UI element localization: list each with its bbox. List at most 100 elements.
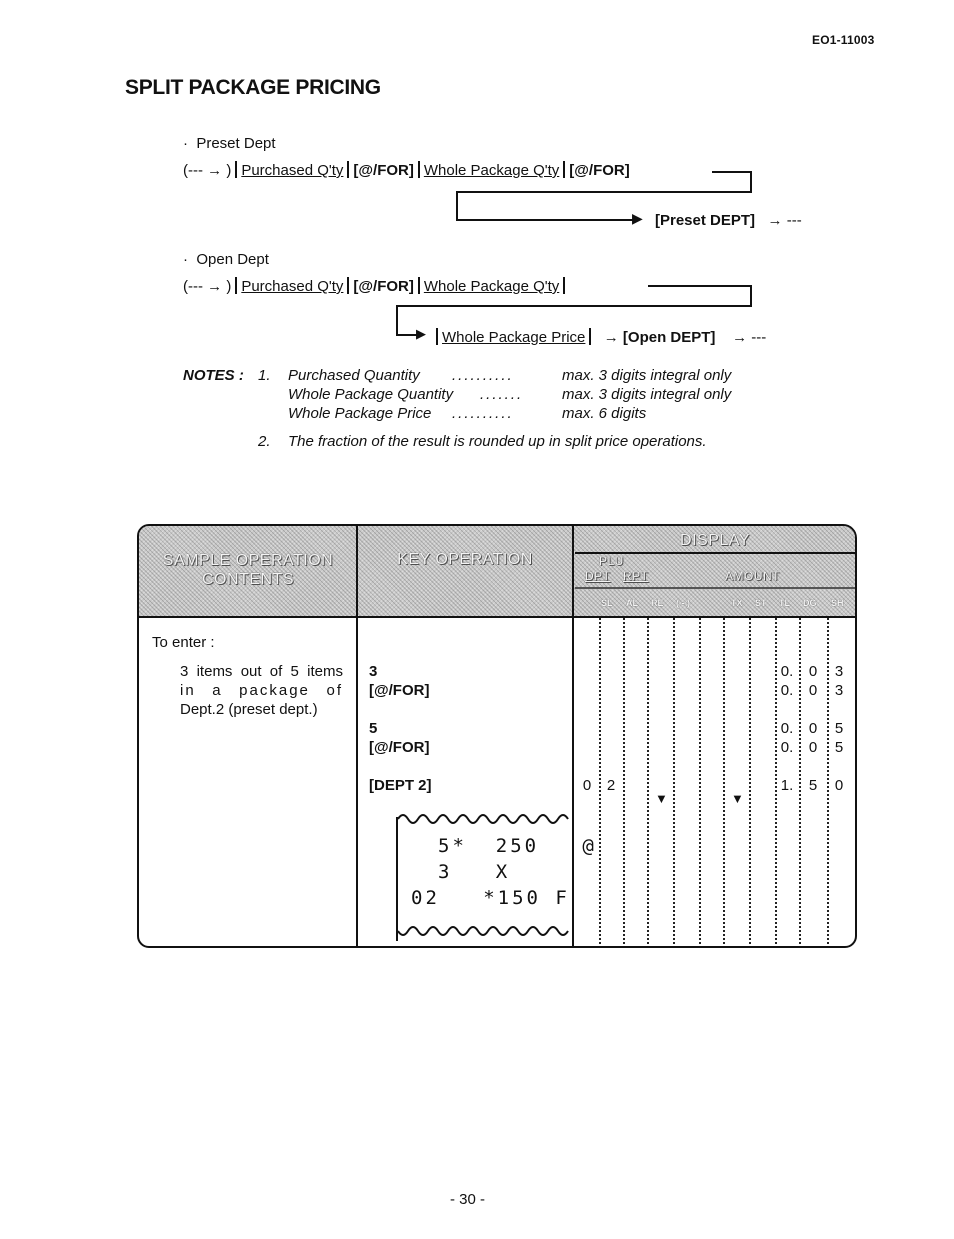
connector-line [396, 305, 398, 336]
key-op: [@/FOR] [369, 682, 430, 699]
open-dept-heading: · Open Dept [183, 251, 269, 268]
preset-dept-heading: · Preset Dept [183, 135, 276, 152]
note-leader: .......... [452, 405, 514, 422]
step-at-for-key: [@/FOR] [353, 162, 414, 179]
receipt-tear-top [398, 814, 569, 824]
connector-line [456, 219, 636, 221]
note-limit: max. 6 digits [562, 405, 647, 422]
indicator-label: SH [831, 598, 844, 608]
indicator-label: TL [779, 598, 790, 608]
display-amount-digit: 1. [780, 777, 794, 794]
indicator-label: ST [755, 598, 767, 608]
display-column-separator [749, 618, 751, 944]
preset-dept-key: [Preset DEPT] [655, 212, 756, 229]
sample-intro: To enter : [152, 634, 215, 651]
connector-line [456, 191, 458, 221]
sample-line: Dept.2 (preset dept.) [180, 701, 318, 718]
note-name: Whole Package Price [288, 405, 432, 422]
receipt-tear-bottom [398, 926, 569, 936]
header-display: DISPLAY [680, 532, 750, 549]
separator [563, 161, 566, 178]
header-divider [575, 587, 855, 589]
step-whole-package-price: Whole Package Price [442, 329, 586, 346]
column-divider [356, 526, 358, 946]
indicator-label: RE [651, 598, 664, 608]
header-rpt: RPT [623, 569, 649, 583]
step-at-for-key: [@/FOR] [569, 162, 630, 179]
header-amount: AMOUNT [725, 569, 780, 583]
document-id: EO1-11003 [812, 33, 875, 47]
indicator-label: ( - ) [676, 598, 690, 608]
note-number: 2. [258, 433, 271, 450]
display-amount-digit: 0. [780, 739, 794, 756]
display-amount-digit: 0. [780, 663, 794, 680]
arrow-right-icon: → [207, 278, 223, 295]
display-dept-digit: 2 [606, 777, 616, 794]
separator [417, 161, 420, 178]
step-whole-package-qty: Whole Package Q'ty [423, 162, 560, 179]
step-purchased-qty: Purchased Q'ty [241, 162, 344, 179]
header-key-operation: KEY OPERATION [397, 551, 533, 568]
page-title: SPLIT PACKAGE PRICING [125, 76, 381, 99]
display-amount-digit: 0 [808, 663, 818, 680]
notes-label: NOTES : [183, 367, 244, 384]
display-dept-digit: 0 [582, 777, 592, 794]
indicator-label: TX [731, 598, 743, 608]
receipt-line: 02 *150 F [411, 887, 570, 909]
display-amount-digit: 0. [780, 720, 794, 737]
display-column-separator [647, 618, 649, 944]
indicator-label: AL [626, 598, 638, 608]
separator [436, 328, 438, 345]
connector-line [456, 191, 752, 193]
connector-line [396, 334, 418, 336]
separator [563, 277, 566, 294]
receipt: 5* 250 @ 3 X 02 *150 F [396, 814, 594, 941]
page-number: - 30 - [450, 1191, 486, 1208]
step-whole-package-qty: Whole Package Q'ty [423, 278, 560, 295]
receipt-line: 5* 250 @ [438, 835, 597, 857]
sample-line: 3 items out of 5 items [180, 663, 343, 680]
display-amount-digit: 3 [834, 663, 844, 680]
preset-dept-end: [Preset DEPT] → --- [655, 212, 802, 229]
display-amount-digit: 0 [834, 777, 844, 794]
header-dpt: DPT [585, 569, 611, 583]
preset-dept-flow: (--- → ) Purchased Q'ty [@/FOR] Whole Packa… [183, 161, 630, 179]
display-column-separator [799, 618, 801, 944]
bullet-icon: · [183, 135, 197, 152]
indicator-triangle-icon: ▼ [731, 791, 744, 806]
display-amount-digit: 0 [808, 720, 818, 737]
display-column-separator [723, 618, 725, 944]
display-amount-digit: 0 [808, 682, 818, 699]
arrow-right-icon: → [207, 162, 223, 179]
key-op: 3 [369, 663, 378, 680]
header-bottom-border [139, 616, 855, 618]
connector-line [396, 305, 752, 307]
separator [417, 277, 420, 294]
key-op: [DEPT 2] [369, 777, 432, 794]
note-name: Purchased Quantity [288, 367, 420, 384]
display-column-separator [699, 618, 701, 944]
display-amount-digit: 0 [808, 739, 818, 756]
note-text: The fraction of the result is rounded up… [288, 433, 707, 450]
step-at-for-key: [@/FOR] [353, 278, 414, 295]
display-amount-digit: 3 [834, 682, 844, 699]
indicator-label: SL [601, 598, 613, 608]
key-op: 5 [369, 720, 378, 737]
step-purchased-qty: Purchased Q'ty [241, 278, 344, 295]
display-amount-digit: 0. [780, 682, 794, 699]
display-column-separator [623, 618, 625, 944]
indicator-triangle-icon: ▼ [655, 791, 668, 806]
note-number: 1. [258, 367, 271, 384]
separator [347, 161, 350, 178]
note-limit: max. 3 digits integral only [562, 386, 732, 403]
arrow-head-icon: ▶ [416, 326, 426, 341]
separator [235, 277, 238, 294]
note-name: Whole Package Quantity [288, 386, 454, 403]
header-plu: PLU [599, 554, 624, 568]
open-dept-flow: (--- → ) Purchased Q'ty [@/FOR] Whole Packa… [183, 277, 569, 295]
sample-line: in a package of [180, 682, 343, 699]
display-amount-digit: 5 [834, 720, 844, 737]
separator [589, 328, 592, 345]
open-dept-end: Whole Package Price → [Open DEPT] → --- [432, 328, 766, 346]
arrow-right-icon: → [603, 329, 619, 346]
